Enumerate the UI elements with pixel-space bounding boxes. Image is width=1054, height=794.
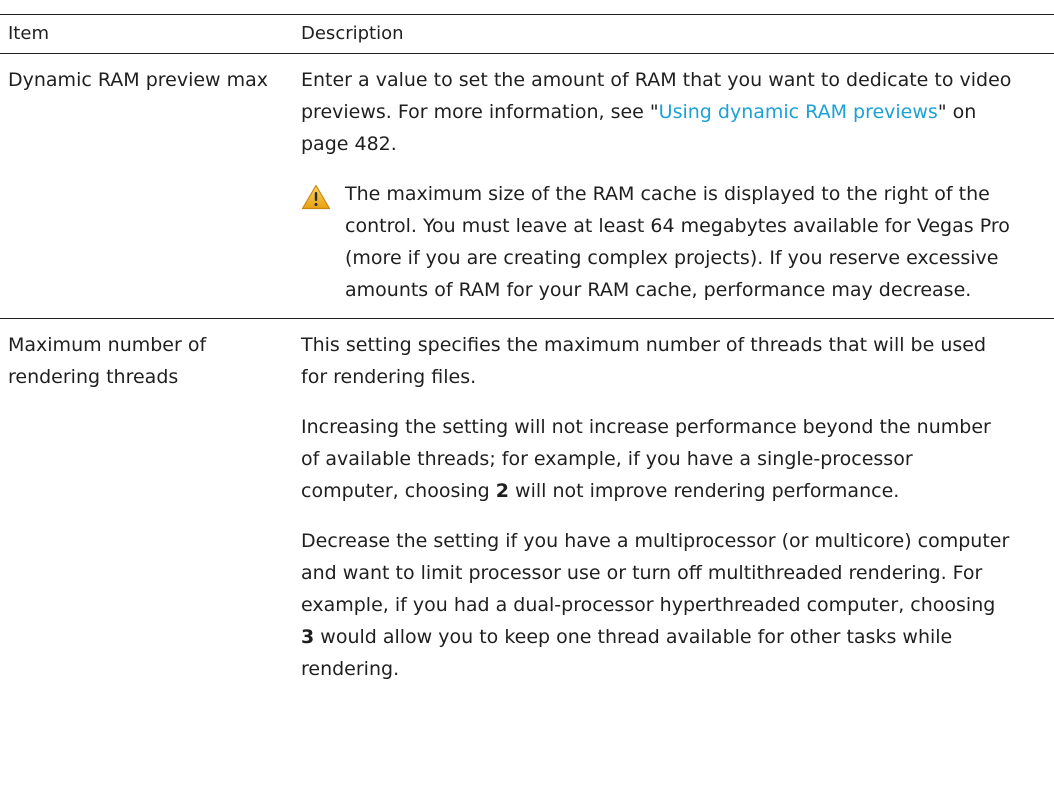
settings-table: Item Description Dynamic RAM preview max… [0,14,1054,699]
table-row-rendering-threads: Maximum number of rendering threads This… [0,319,1054,700]
using-dynamic-ram-previews-link[interactable]: Using dynamic RAM previews [659,101,938,123]
description-paragraph: Increasing the setting will not increase… [301,411,1014,507]
warning-triangle-icon [301,184,331,210]
description-paragraph: Enter a value to set the amount of RAM t… [301,64,1014,160]
table-header-row: Item Description [0,14,1054,54]
value-3: 3 [301,626,315,648]
text-span: would allow you to keep one thread avail… [301,626,953,680]
text-span: will not improve rendering performance. [509,480,900,502]
description-cell: This setting specifies the maximum numbe… [299,319,1054,700]
warning-note: The maximum size of the RAM cache is dis… [301,178,1014,306]
description-paragraph: Decrease the setting if you have a multi… [301,525,1014,685]
header-item: Item [0,14,299,54]
item-cell: Dynamic RAM preview max [0,53,299,319]
value-2: 2 [495,480,510,502]
item-cell: Maximum number of rendering threads [8,334,207,388]
table-row-dynamic-ram: Dynamic RAM preview max Enter a value to… [0,53,1054,319]
text-span: Decrease the setting if you have a multi… [301,530,1010,616]
description-paragraph: This setting specifies the maximum numbe… [301,334,987,388]
warning-text: The maximum size of the RAM cache is dis… [345,183,1010,301]
description-cell: Enter a value to set the amount of RAM t… [299,53,1054,319]
header-description: Description [299,14,1054,54]
